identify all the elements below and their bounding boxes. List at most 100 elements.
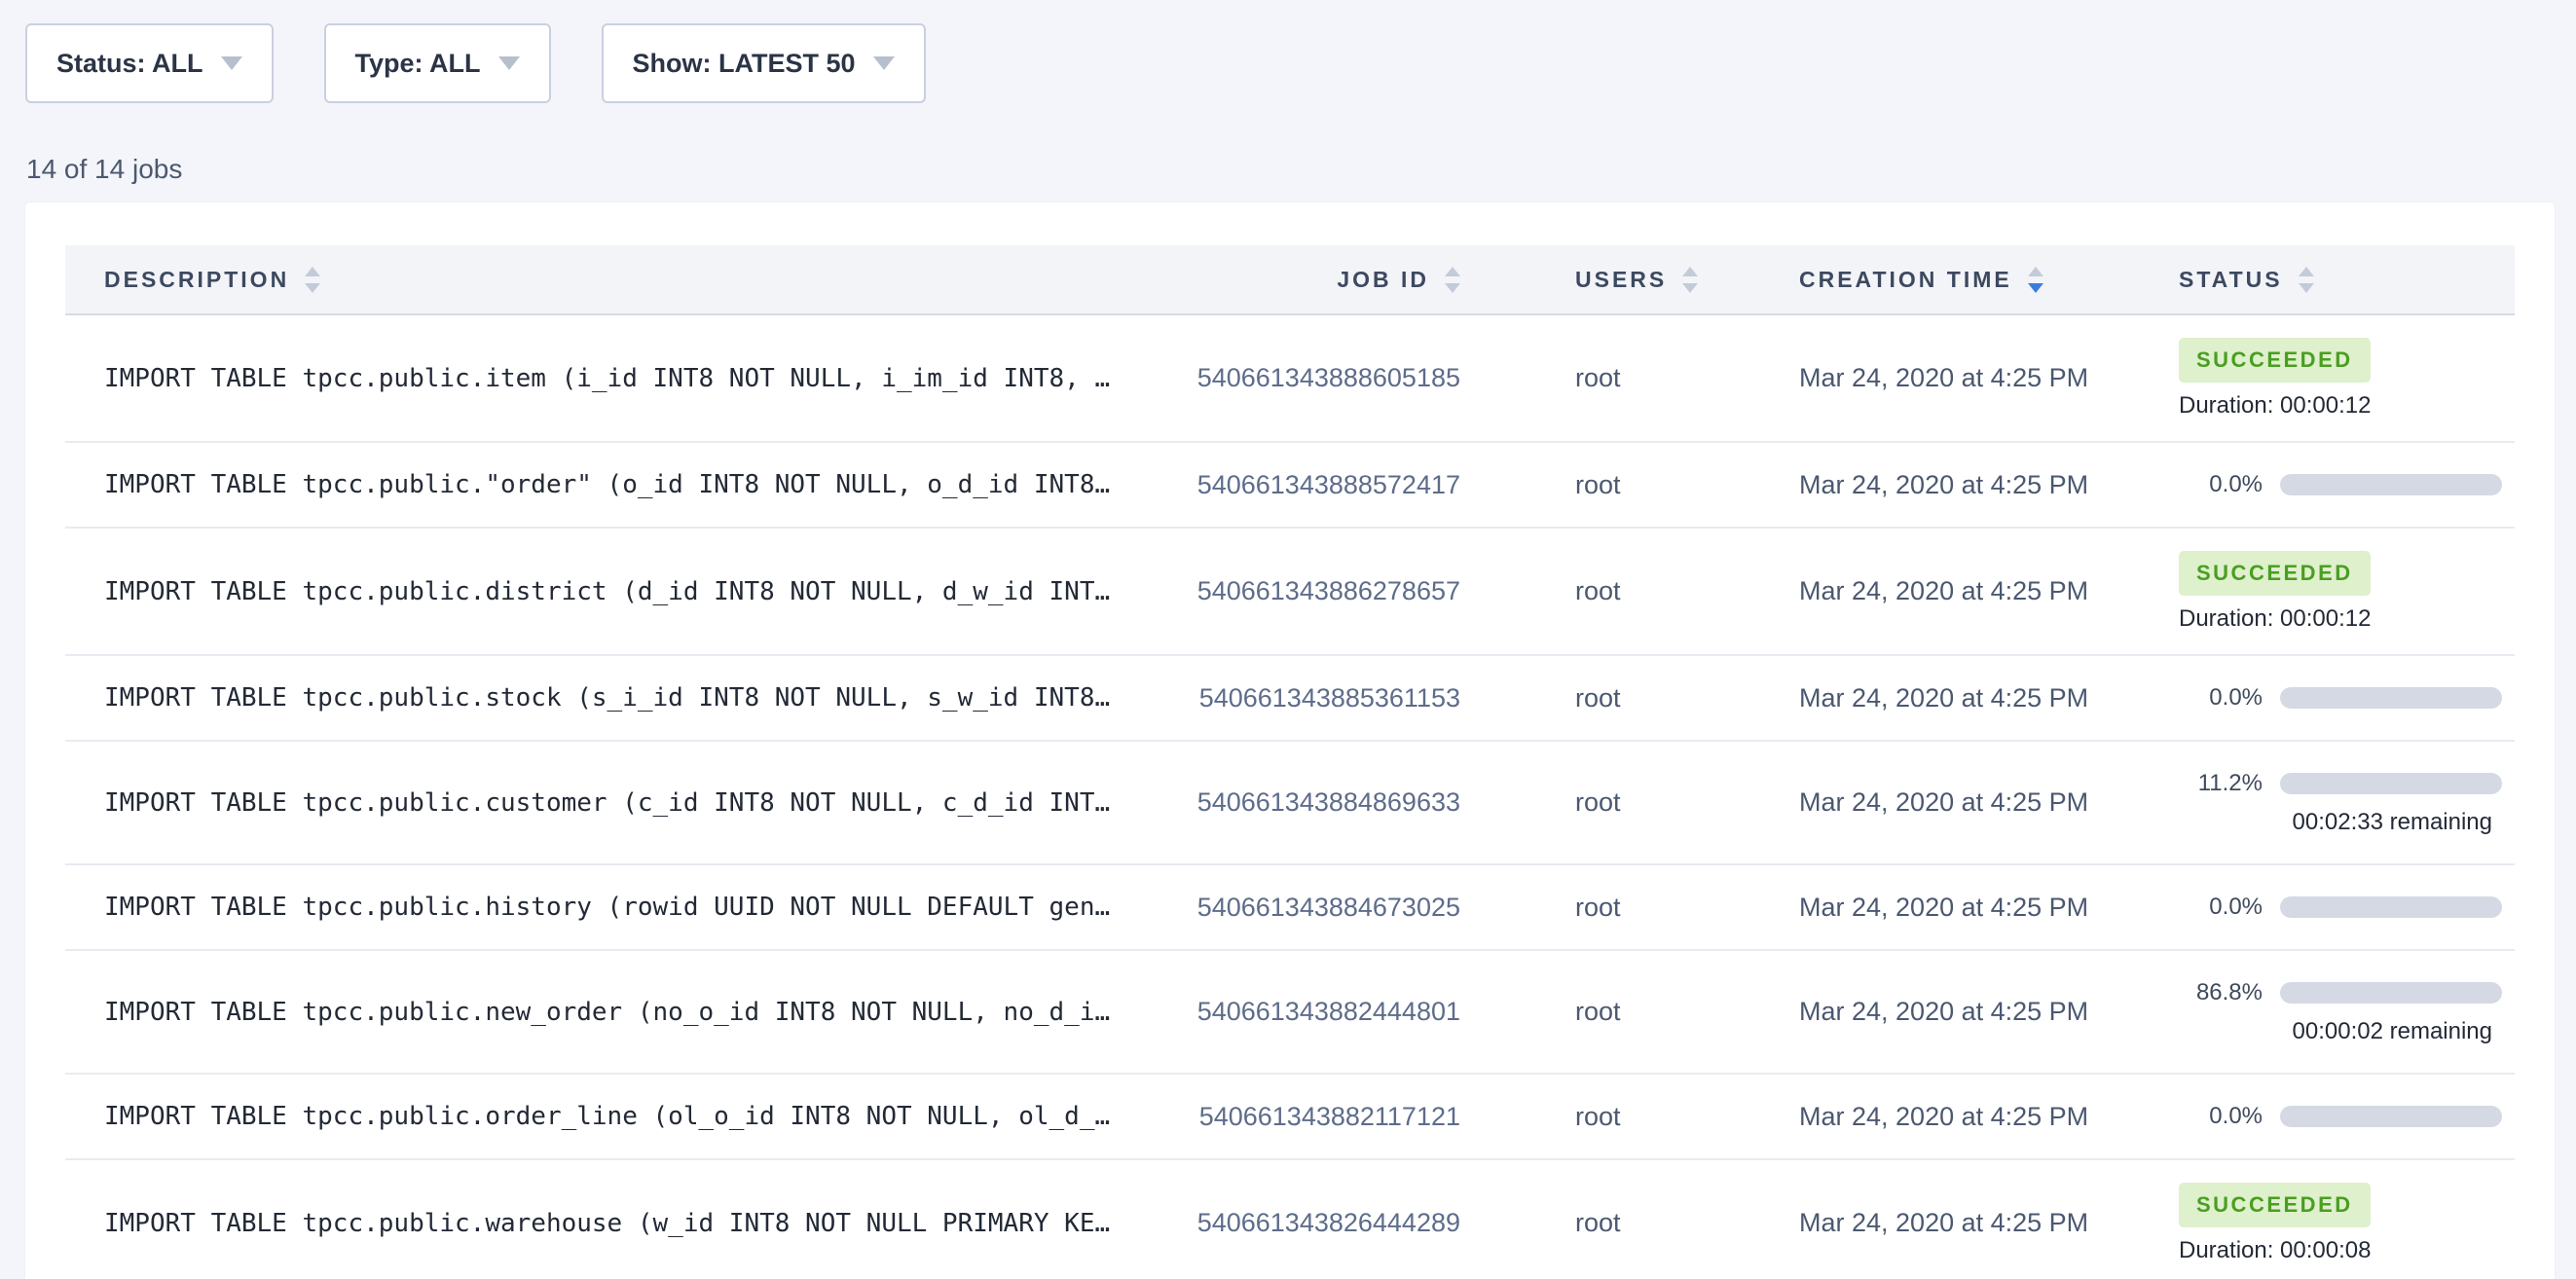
progress-line: 86.8% [2179,979,2515,1006]
column-header-creation-time-label: CREATION TIME [1799,267,2012,293]
status-duration: Duration: 00:00:08 [2179,1237,2515,1264]
job-description: IMPORT TABLE tpcc.public.history (rowid … [65,893,1186,922]
job-description: IMPORT TABLE tpcc.public.new_order (no_o… [65,998,1186,1027]
job-id: 540661343888572417 [1186,470,1575,500]
type-filter-label: Type: ALL [355,49,481,79]
status-progress: 11.2% 00:02:33 remaining [2179,770,2515,836]
table-row: IMPORT TABLE tpcc.public.new_order (no_o… [65,951,2515,1075]
table-row: IMPORT TABLE tpcc.public.district (d_id … [65,529,2515,656]
sort-icon [1445,267,1460,293]
status-progress: 0.0% [2179,684,2515,712]
jobs-table-card: DESCRIPTION JOB ID USERS CREATION TIME S… [25,202,2555,1279]
job-creation-time: Mar 24, 2020 at 4:25 PM [1799,787,2179,818]
job-status-cell: 0.0% [2179,1103,2515,1130]
status-succeeded: SUCCEEDED Duration: 00:00:08 [2179,1183,2515,1264]
table-row: IMPORT TABLE tpcc.public.history (rowid … [65,865,2515,951]
column-header-users-label: USERS [1575,267,1667,293]
job-description: IMPORT TABLE tpcc.public.order_line (ol_… [65,1102,1186,1131]
job-status-cell: 0.0% [2179,684,2515,712]
status-duration: Duration: 00:00:12 [2179,605,2515,633]
job-id: 540661343882444801 [1186,997,1575,1027]
show-filter-label: Show: LATEST 50 [633,49,856,79]
job-creation-time: Mar 24, 2020 at 4:25 PM [1799,683,2179,713]
status-duration: Duration: 00:00:12 [2179,392,2515,420]
job-user: root [1575,787,1799,818]
table-row: IMPORT TABLE tpcc.public.item (i_id INT8… [65,315,2515,443]
progress-bar [2280,687,2502,709]
status-filter-label: Status: ALL [56,49,203,79]
status-progress: 0.0% [2179,1103,2515,1130]
progress-line: 0.0% [2179,471,2515,498]
status-succeeded: SUCCEEDED Duration: 00:00:12 [2179,338,2515,420]
job-creation-time: Mar 24, 2020 at 4:25 PM [1799,470,2179,500]
status-badge: SUCCEEDED [2179,338,2371,383]
type-filter-dropdown[interactable]: Type: ALL [324,23,551,103]
progress-bar [2280,1106,2502,1127]
table-row: IMPORT TABLE tpcc.public.stock (s_i_id I… [65,656,2515,742]
progress-bar [2280,896,2502,918]
column-header-job-id-label: JOB ID [1337,267,1429,293]
job-creation-time: Mar 24, 2020 at 4:25 PM [1799,1102,2179,1132]
job-user: root [1575,363,1799,393]
job-id: 540661343882117121 [1186,1102,1575,1132]
job-status-cell: 0.0% [2179,894,2515,921]
column-header-creation-time[interactable]: CREATION TIME [1799,267,2179,293]
status-badge: SUCCEEDED [2179,551,2371,596]
job-description: IMPORT TABLE tpcc.public.district (d_id … [65,577,1186,606]
column-header-status-label: STATUS [2179,267,2283,293]
job-status-cell: 86.8% 00:00:02 remaining [2179,979,2515,1045]
column-header-job-id[interactable]: JOB ID [1186,267,1575,293]
job-id: 540661343884673025 [1186,893,1575,923]
table-row: IMPORT TABLE tpcc.public.customer (c_id … [65,742,2515,865]
progress-remaining: 00:00:02 remaining [2179,1018,2502,1045]
column-header-description-label: DESCRIPTION [104,267,289,293]
job-user: root [1575,576,1799,606]
progress-line: 0.0% [2179,1103,2515,1130]
job-creation-time: Mar 24, 2020 at 4:25 PM [1799,576,2179,606]
sort-icon [305,267,320,293]
sort-icon-active-desc [2028,267,2043,293]
job-creation-time: Mar 24, 2020 at 4:25 PM [1799,363,2179,393]
status-progress: 0.0% [2179,471,2515,498]
job-user: root [1575,997,1799,1027]
progress-percent: 11.2% [2179,770,2263,797]
job-description: IMPORT TABLE tpcc.public.warehouse (w_id… [65,1209,1186,1238]
column-header-description[interactable]: DESCRIPTION [65,267,1186,293]
chevron-down-icon [221,56,242,70]
job-description: IMPORT TABLE tpcc.public."order" (o_id I… [65,470,1186,499]
job-status-cell: 11.2% 00:02:33 remaining [2179,770,2515,836]
job-id: 540661343886278657 [1186,576,1575,606]
show-filter-dropdown[interactable]: Show: LATEST 50 [602,23,926,103]
sort-icon [1682,267,1698,293]
job-user: root [1575,470,1799,500]
job-user: root [1575,893,1799,923]
jobs-count: 14 of 14 jobs [26,154,182,185]
job-description: IMPORT TABLE tpcc.public.customer (c_id … [65,788,1186,818]
progress-bar [2280,982,2502,1004]
job-creation-time: Mar 24, 2020 at 4:25 PM [1799,997,2179,1027]
progress-remaining: 00:02:33 remaining [2179,809,2502,836]
status-succeeded: SUCCEEDED Duration: 00:00:12 [2179,551,2515,633]
status-progress: 86.8% 00:00:02 remaining [2179,979,2515,1045]
progress-line: 0.0% [2179,894,2515,921]
job-status-cell: SUCCEEDED Duration: 00:00:12 [2179,338,2515,420]
table-row: IMPORT TABLE tpcc.public."order" (o_id I… [65,443,2515,529]
job-status-cell: SUCCEEDED Duration: 00:00:12 [2179,551,2515,633]
progress-percent: 86.8% [2179,979,2263,1006]
column-header-users[interactable]: USERS [1575,267,1799,293]
column-header-status[interactable]: STATUS [2179,267,2515,293]
filter-bar: Status: ALL Type: ALL Show: LATEST 50 [25,23,926,103]
job-user: root [1575,1208,1799,1238]
job-id: 540661343826444289 [1186,1208,1575,1238]
progress-bar [2280,773,2502,794]
status-filter-dropdown[interactable]: Status: ALL [25,23,274,103]
chevron-down-icon [873,56,895,70]
status-badge: SUCCEEDED [2179,1183,2371,1227]
job-description: IMPORT TABLE tpcc.public.item (i_id INT8… [65,364,1186,393]
job-user: root [1575,683,1799,713]
progress-bar [2280,474,2502,495]
job-status-cell: 0.0% [2179,471,2515,498]
table-body: IMPORT TABLE tpcc.public.item (i_id INT8… [65,315,2515,1279]
chevron-down-icon [498,56,520,70]
status-progress: 0.0% [2179,894,2515,921]
